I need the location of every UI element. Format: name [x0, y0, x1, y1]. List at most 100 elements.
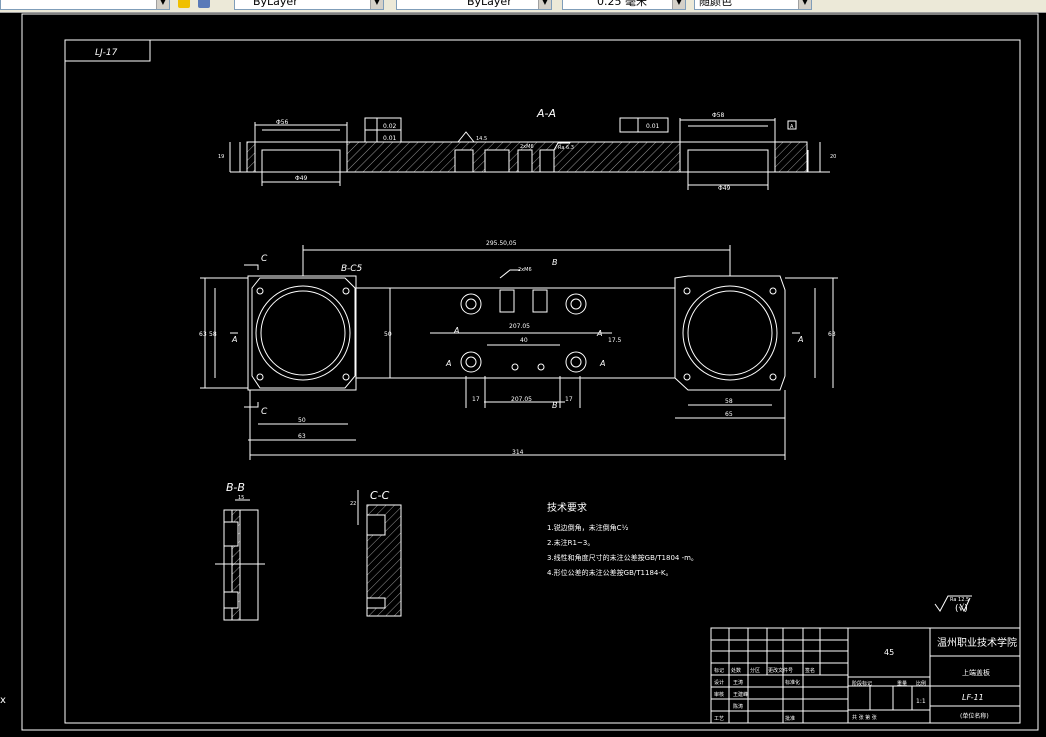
title-approve: 批准 [785, 715, 795, 722]
label-b: B [552, 258, 558, 267]
linetype-combo-value: ByLayer [467, 0, 512, 8]
drawing-canvas[interactable]: LJ-17 A-A Φ56 Φ49 Φ58 Φ49 0.02 0.01 0.01… [0, 13, 1046, 737]
label-a-center-4: A [599, 359, 605, 368]
sheet-code: LJ-17 [95, 48, 118, 58]
linetype-combo[interactable]: ByLayer ▼ [396, 0, 552, 10]
title-part-name: 上端盖板 [962, 668, 990, 677]
title-name-3: 陈涛 [733, 703, 743, 710]
color-combo[interactable]: ByLayer ▼ [234, 0, 384, 10]
datum-a-mark: A [790, 124, 794, 130]
color-combo-value: ByLayer [253, 0, 298, 8]
title-name-2: 王建峰 [733, 691, 748, 698]
dim-d2075: 207.05 [509, 323, 530, 330]
label-a-right: A [797, 335, 803, 344]
tolerance-3: 0.01 [646, 123, 660, 130]
dim-d49: Φ49 [295, 175, 308, 182]
tech-note-1: 1.锐边倒角，未注倒角C½ [547, 523, 629, 532]
roughness-paren: (√) [955, 603, 968, 614]
title-col-change-doc: 更改文件号 [768, 667, 793, 674]
dim-d56: Φ56 [276, 119, 289, 126]
dropdown-arrow-icon: ▼ [156, 0, 169, 9]
label-b-c5: B-C5 [341, 264, 363, 274]
title-scale: 1:1 [916, 698, 926, 705]
roughness-value: Ra 12.5 [950, 597, 969, 603]
dim-d14: 14.5 [476, 136, 487, 142]
label-a-left: A [231, 335, 237, 344]
dim-d49b: Φ49 [718, 185, 731, 192]
lineweight-combo-value: 0.25 毫米 [597, 0, 647, 8]
dim-w65: 65 [725, 411, 733, 418]
label-a-center-2: A [445, 359, 451, 368]
dim-h63-right: 63 [828, 331, 836, 338]
title-stage: 阶段标记 [852, 680, 872, 687]
title-material: 45 [884, 648, 894, 657]
title-row-review: 审核 [714, 691, 724, 698]
view-bb-label: B-B [226, 481, 245, 494]
view-cc-label: C-C [370, 489, 390, 502]
dim-m6: 2xM6 [520, 144, 534, 150]
label-a-center: A [453, 326, 459, 335]
title-drawing-no: LF-11 [962, 693, 984, 702]
layer-state-icon[interactable] [178, 0, 190, 8]
dim-w314: 314 [512, 449, 524, 456]
dropdown-arrow-icon: ▼ [370, 0, 383, 9]
title-col-zone: 分区 [750, 667, 760, 674]
dim-w63: 63 [298, 433, 306, 440]
dim-d2075b: 207.05 [511, 396, 532, 403]
label-b-bottom: B [552, 401, 558, 410]
dim-d22: 22 [350, 501, 356, 507]
tech-note-2: 2.未注R1~3。 [547, 538, 594, 547]
dim-h63-left: 63 [199, 331, 207, 338]
dim-len-total: 295.50,05 [486, 240, 517, 247]
dim-h20: 20 [830, 154, 836, 160]
dim-ra63: Ra 6.3 [558, 145, 574, 151]
dim-d175: 17.5 [608, 337, 622, 344]
label-c-bottom: C [261, 407, 268, 417]
section-aa-view [229, 117, 830, 190]
dropdown-arrow-icon: ▼ [672, 0, 685, 9]
title-sheets: 共 张 第 张 [852, 714, 877, 721]
plan-view [200, 245, 838, 460]
lineweight-combo[interactable]: 0.25 毫米 ▼ [562, 0, 686, 10]
tolerance-1: 0.02 [383, 123, 397, 130]
label-a-center-3: A [596, 329, 602, 338]
view-bb [215, 499, 265, 621]
tolerance-2: 0.01 [383, 135, 397, 142]
title-col-sign: 签名 [805, 667, 815, 674]
label-c-top: C [261, 254, 268, 264]
section-aa-label: A-A [536, 107, 556, 120]
dim-m6b: 2xM6 [518, 267, 532, 273]
dim-h58-left: 58 [209, 331, 217, 338]
dim-w58: 58 [725, 398, 733, 405]
dim-h19: 19 [218, 154, 224, 160]
layer-manager-icon[interactable] [198, 0, 210, 8]
tech-title: 技术要求 [547, 501, 587, 514]
title-row-design: 设计 [714, 679, 724, 686]
tech-note-4: 4.形位公差的未注公差按GB/T1184-K。 [547, 568, 672, 577]
dim-d50b: 50 [384, 331, 392, 338]
properties-toolbar: ▼ ByLayer ▼ ByLayer ▼ 0.25 毫米 ▼ 随颜色 ▼ [0, 0, 1046, 13]
view-cc [357, 490, 402, 617]
title-col-count: 处数 [731, 667, 741, 674]
title-std: 标准化 [785, 679, 800, 686]
sheet-outer-border [21, 13, 1039, 731]
title-unit: (单位名称) [960, 712, 989, 720]
dropdown-arrow-icon: ▼ [538, 0, 551, 9]
tech-note-3: 3.线性和角度尺寸的未注公差按GB/T1804 -m。 [547, 553, 698, 562]
dim-w15: 15 [238, 495, 244, 501]
title-row-process: 工艺 [714, 716, 724, 722]
ucs-marker: x [0, 695, 6, 706]
title-weight: 重量 [897, 680, 907, 687]
layer-combo[interactable]: ▼ [0, 0, 170, 10]
title-ratio: 比例 [916, 680, 926, 687]
plotstyle-combo[interactable]: 随颜色 ▼ [694, 0, 812, 10]
dim-d58: Φ58 [712, 112, 725, 119]
plotstyle-combo-value: 随颜色 [699, 0, 732, 8]
dim-d17: 17 [472, 396, 480, 403]
title-row-mark: 标记 [714, 667, 724, 674]
title-school: 温州职业技术学院 [937, 636, 1017, 649]
title-name-1: 王涛 [733, 679, 743, 686]
dim-w50: 50 [298, 417, 306, 424]
dim-d17b: 17 [565, 396, 573, 403]
cad-drawing: LJ-17 A-A Φ56 Φ49 Φ58 Φ49 0.02 0.01 0.01… [21, 13, 1039, 731]
